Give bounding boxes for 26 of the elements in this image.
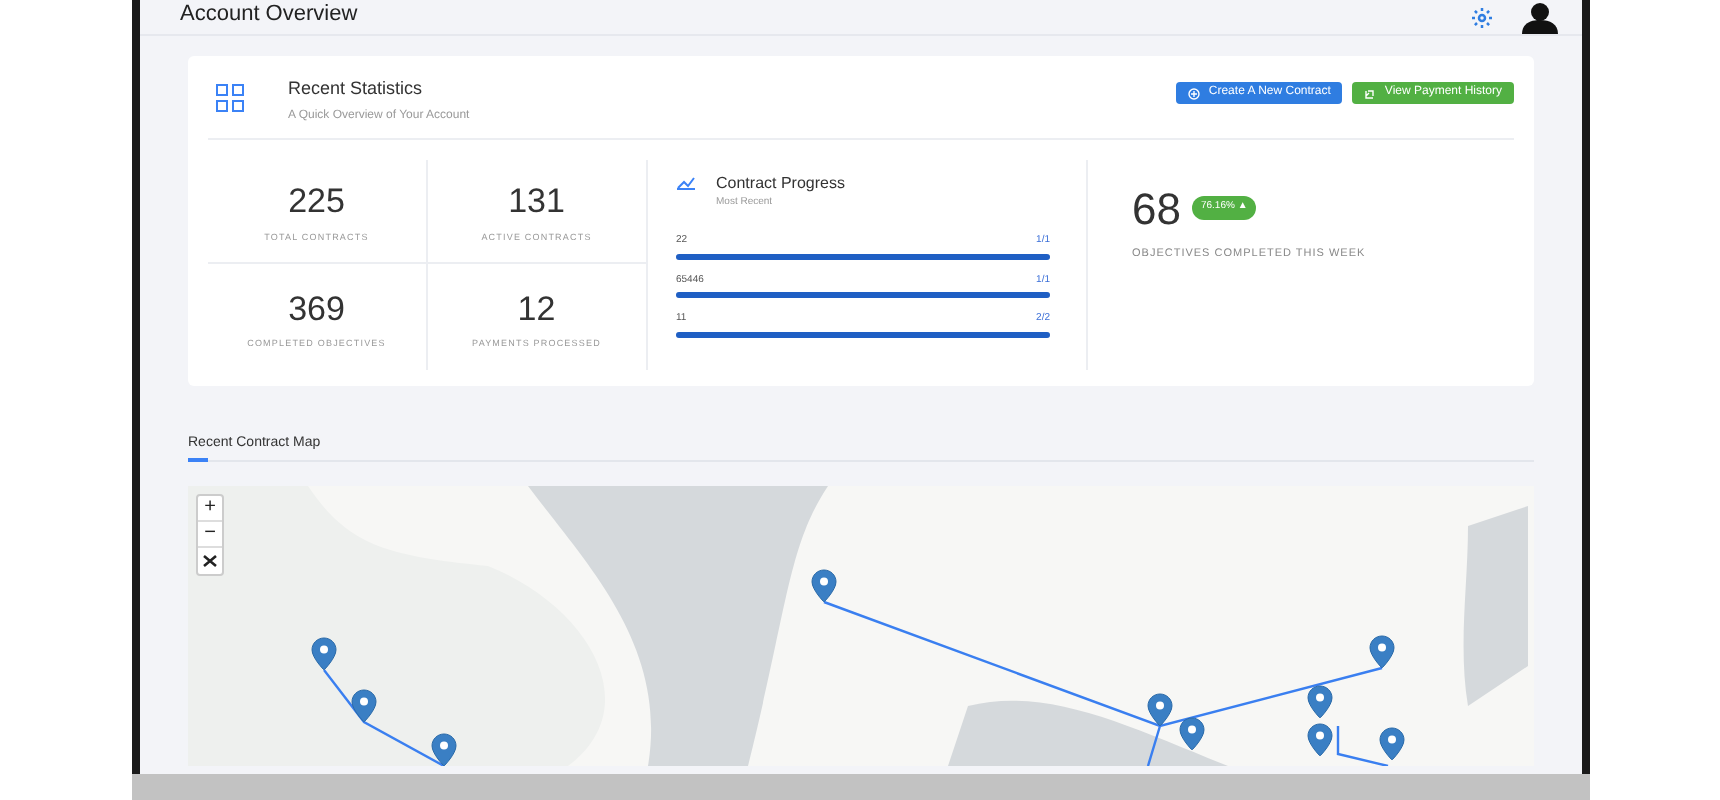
map-pin-icon[interactable] (811, 568, 837, 602)
section-underline (188, 457, 208, 461)
map-pin-icon[interactable] (1379, 726, 1405, 760)
card-title: Recent Statistics (288, 76, 425, 102)
zoom-button[interactable]: − (198, 521, 222, 547)
map-pin-icon[interactable] (431, 732, 457, 765)
grid-icon (216, 84, 244, 112)
link-icon (1364, 87, 1377, 99)
stat-value: 12 (517, 287, 556, 331)
stat-value: 225 (288, 180, 345, 225)
stat-value: 131 (508, 180, 565, 225)
map-pin-icon[interactable] (1369, 634, 1395, 668)
map-pin-icon[interactable] (311, 636, 337, 670)
user-avatar-icon[interactable] (1522, 2, 1558, 34)
page-title: Account Overview (180, 4, 358, 26)
zoom-button[interactable]: + (198, 495, 222, 521)
map-pin-icon[interactable] (1307, 722, 1333, 756)
stat-value: 369 (288, 287, 345, 331)
map-pin-icon[interactable] (1307, 684, 1333, 718)
objectives-value: 68 (1132, 181, 1181, 237)
map-pin-icon[interactable] (351, 688, 377, 722)
progress-title: Contract Progress (716, 171, 845, 195)
map-pin-icon[interactable] (1147, 692, 1173, 726)
plus-circle-icon (1188, 87, 1201, 99)
map-pin-icon[interactable] (1179, 716, 1205, 750)
settings-icon[interactable] (1470, 6, 1494, 30)
